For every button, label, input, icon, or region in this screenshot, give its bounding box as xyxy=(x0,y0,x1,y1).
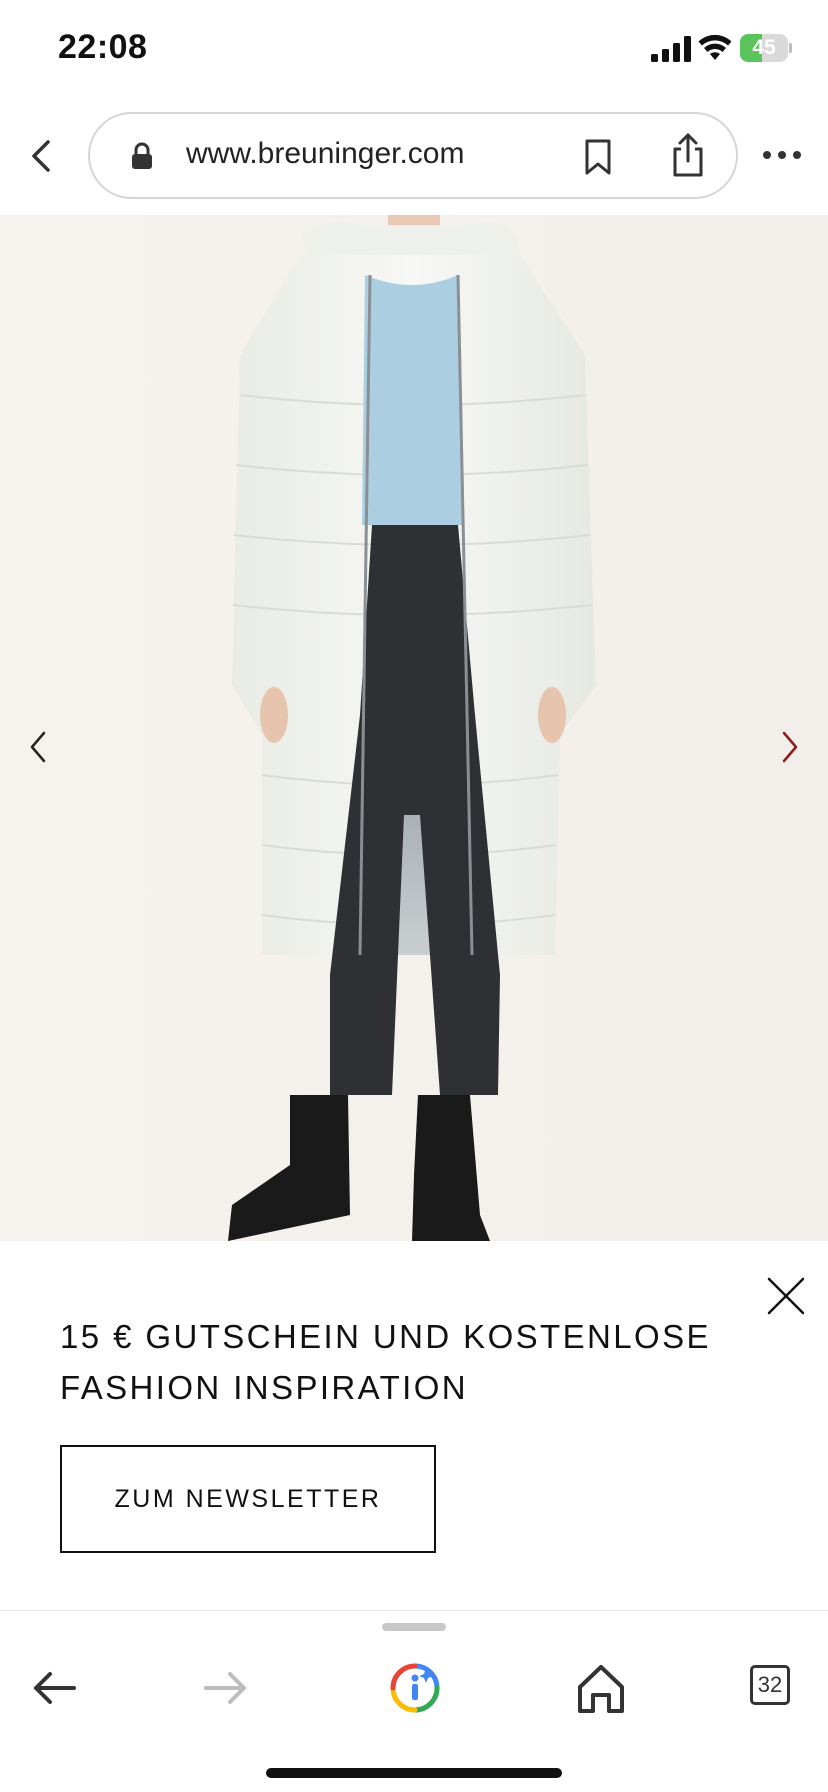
newsletter-banner: 15 € GUTSCHEIN UND KOSTENLOSE FASHION IN… xyxy=(0,1241,828,1610)
status-time: 22:08 xyxy=(58,28,148,66)
bottom-toolbar: 32 xyxy=(0,1610,828,1792)
promo-headline: 15 € GUTSCHEIN UND KOSTENLOSE FASHION IN… xyxy=(60,1318,711,1406)
newsletter-button-label: ZUM NEWSLETTER xyxy=(114,1485,382,1513)
address-bar[interactable]: www.breuninger.com xyxy=(88,112,738,199)
signal-icon xyxy=(651,36,691,62)
google-lens-icon[interactable] xyxy=(380,1657,450,1719)
back-chevron-icon[interactable] xyxy=(26,138,56,174)
share-icon[interactable] xyxy=(670,132,706,178)
bookmark-icon[interactable] xyxy=(582,138,614,176)
home-icon[interactable] xyxy=(566,1657,636,1719)
status-bar: 22:08 45 xyxy=(0,0,828,100)
wifi-icon xyxy=(698,34,732,60)
tabs-icon[interactable]: 32 xyxy=(736,1657,806,1719)
close-icon[interactable] xyxy=(766,1276,806,1316)
chevron-right-icon[interactable] xyxy=(774,729,804,765)
arrow-right-icon[interactable] xyxy=(190,1657,260,1719)
battery-icon: 45 xyxy=(740,34,792,62)
product-gallery[interactable] xyxy=(0,215,828,1241)
chevron-left-icon[interactable] xyxy=(24,729,54,765)
tab-count: 32 xyxy=(750,1665,790,1705)
battery-percent: 45 xyxy=(752,36,776,59)
more-icon[interactable] xyxy=(762,150,802,160)
arrow-left-icon[interactable] xyxy=(20,1657,90,1719)
browser-toolbar: www.breuninger.com xyxy=(0,100,828,215)
product-photo xyxy=(0,215,828,1241)
home-indicator xyxy=(266,1768,562,1778)
url-text: www.breuninger.com xyxy=(186,137,465,170)
newsletter-button[interactable]: ZUM NEWSLETTER xyxy=(60,1445,436,1553)
drag-handle[interactable] xyxy=(382,1623,446,1631)
lock-icon xyxy=(132,142,152,169)
